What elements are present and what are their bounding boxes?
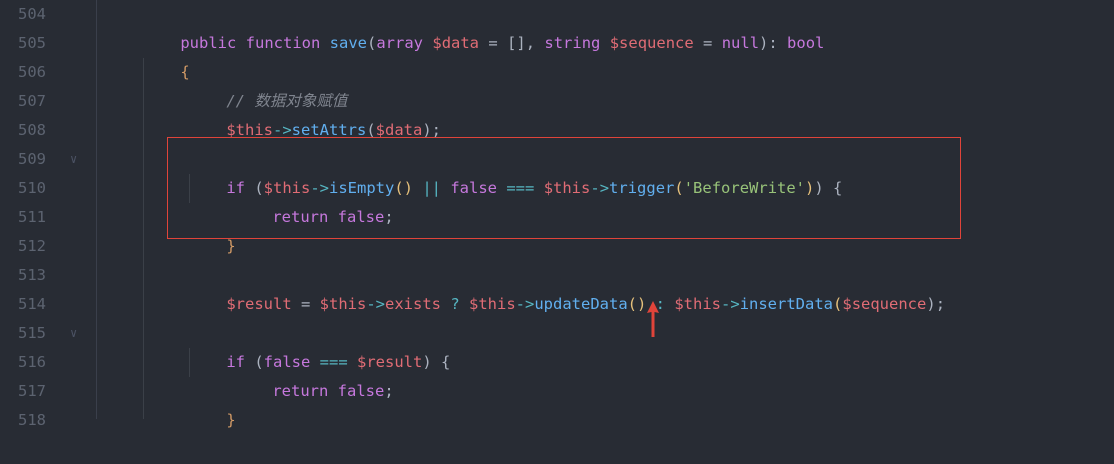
line-number: 517 bbox=[18, 382, 46, 400]
operator: = bbox=[479, 34, 508, 52]
function-name: save bbox=[329, 34, 367, 52]
code-line-507[interactable]: $this->setAttrs($data); bbox=[189, 87, 441, 139]
code-line-504[interactable]: public function save(array $data = [], s… bbox=[143, 0, 824, 52]
code-line-516[interactable]: return false; bbox=[235, 348, 393, 400]
var-this: $this bbox=[674, 295, 722, 313]
type-bool: bool bbox=[787, 34, 825, 52]
gutter-divider bbox=[96, 0, 97, 419]
highlight-box-annotation bbox=[167, 137, 961, 239]
call-parens: () bbox=[627, 295, 647, 313]
code-editor[interactable]: 504 505 506 507 508 509 ∨ 510 511 512 513 514 515 ∨ 51… bbox=[0, 0, 1114, 429]
line-number: 511 bbox=[18, 208, 46, 226]
code-line-506[interactable]: // 数据对象赋值 bbox=[189, 58, 347, 110]
comma: , bbox=[525, 34, 545, 52]
keyword-function: function bbox=[245, 34, 321, 52]
code-line-515[interactable]: if (false === $result) { bbox=[189, 319, 450, 371]
code-line-513[interactable]: $result = $this->exists ? $this->updateD… bbox=[189, 261, 945, 313]
var-sequence: $sequence bbox=[842, 295, 927, 313]
operator: = bbox=[693, 34, 722, 52]
line-number: 505 bbox=[18, 34, 46, 52]
paren: ( bbox=[367, 34, 377, 52]
keyword-false: false bbox=[337, 382, 385, 400]
paren: ( bbox=[833, 295, 843, 313]
line-number: 509 bbox=[18, 150, 46, 168]
property-exists: exists bbox=[385, 295, 441, 313]
line-number: 508 bbox=[18, 121, 46, 139]
line-number: 504 bbox=[18, 5, 46, 23]
line-number: 518 bbox=[18, 411, 46, 429]
brace-close: } bbox=[226, 411, 236, 429]
brace-close: } bbox=[226, 237, 236, 255]
line-number: 510 bbox=[18, 179, 46, 197]
paren: ) { bbox=[422, 353, 451, 371]
var-this: $this bbox=[469, 295, 516, 313]
line-number: 513 bbox=[18, 266, 46, 284]
keyword-return: return bbox=[272, 382, 329, 400]
paren: ); bbox=[926, 295, 946, 313]
line-number-gutter bbox=[0, 0, 96, 419]
line-number: 514 bbox=[18, 295, 46, 313]
var-sequence: $sequence bbox=[609, 34, 694, 52]
line-number: 516 bbox=[18, 353, 46, 371]
code-line-505[interactable]: { bbox=[143, 29, 189, 81]
var-data: $data bbox=[432, 34, 480, 52]
keyword-null: null bbox=[721, 34, 760, 52]
type-array: array bbox=[376, 34, 424, 52]
line-number: 506 bbox=[18, 63, 46, 81]
up-arrow-icon bbox=[647, 301, 659, 337]
line-number: 512 bbox=[18, 237, 46, 255]
line-number: 515 bbox=[18, 324, 46, 342]
arrow-operator: -> bbox=[366, 295, 385, 313]
arrow-operator: -> bbox=[721, 295, 740, 313]
semicolon: ; bbox=[384, 382, 394, 400]
method-insertData: insertData bbox=[739, 295, 834, 313]
operator: = bbox=[291, 295, 320, 313]
line-number: 507 bbox=[18, 92, 46, 110]
fold-chevron-icon[interactable]: ∨ bbox=[70, 319, 77, 348]
method-updateData: updateData bbox=[534, 295, 628, 313]
type-string: string bbox=[544, 34, 601, 52]
arrow-operator: -> bbox=[515, 295, 535, 313]
code-line-517[interactable]: } bbox=[189, 377, 235, 429]
ternary-operator: ? bbox=[441, 295, 469, 313]
var-result: $result bbox=[226, 295, 292, 313]
paren: ): bbox=[759, 34, 788, 52]
fold-chevron-icon[interactable]: ∨ bbox=[70, 145, 77, 174]
var-this: $this bbox=[319, 295, 367, 313]
empty-array: [] bbox=[507, 34, 526, 52]
